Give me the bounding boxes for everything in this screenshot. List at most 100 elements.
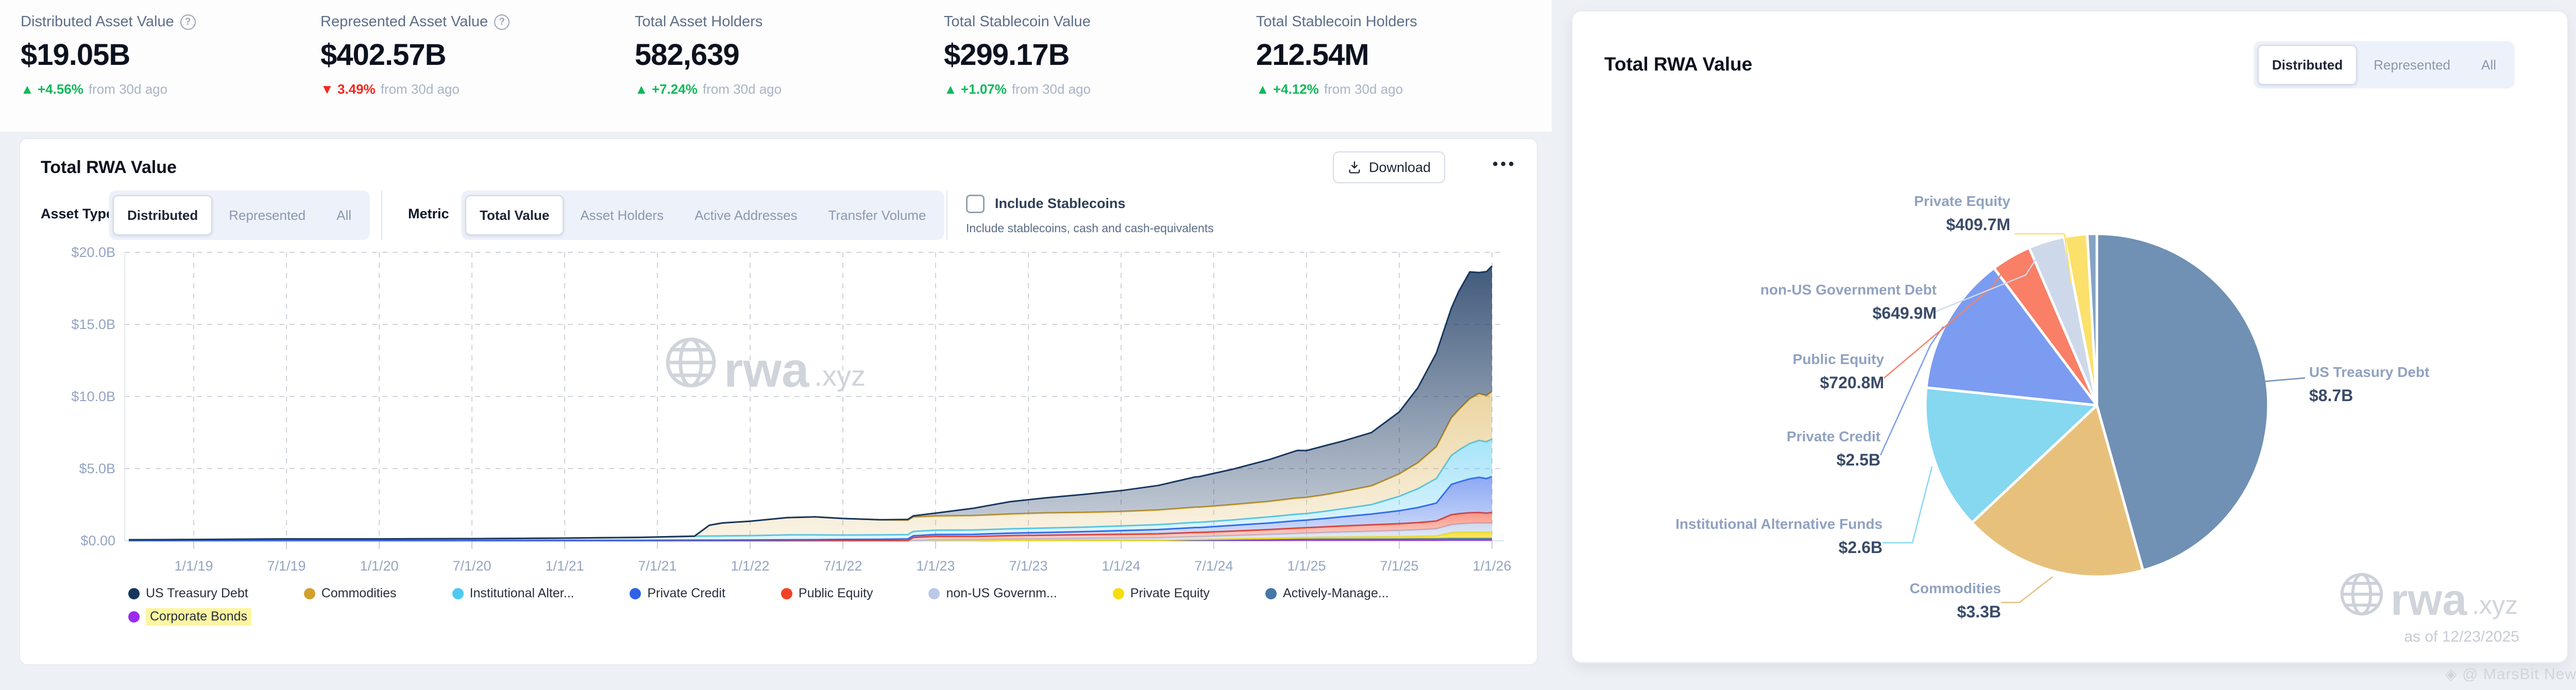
dashboard-page: Distributed Asset Value? $19.05B ▲ +4.56% f… <box>0 0 2576 690</box>
legend-item-non_us_govt[interactable]: non-US Governm... <box>928 586 1057 601</box>
stat-label: Distributed Asset Value? <box>21 13 196 30</box>
legend-item-us_treasury[interactable]: US Treasury Debt <box>128 586 248 601</box>
stat-value: $19.05B <box>21 38 196 72</box>
pie-label-value: $2.5B <box>1643 447 1880 472</box>
stat-delta: ▼ 3.49%from 30d ago <box>320 81 510 97</box>
delta-suffix: from 30d ago <box>1012 81 1091 97</box>
legend-dot <box>304 588 315 599</box>
pie-label-private_credit: Private Credit$2.5B <box>1643 426 1880 472</box>
legend-dot <box>1113 588 1124 599</box>
pie-label-name: Institutional Alternative Funds <box>1620 513 1883 535</box>
rwa-value-chart-card: Total RWA Value Download ••• Asset Type … <box>19 138 1538 665</box>
svg-text:7/1/23: 7/1/23 <box>1009 558 1047 574</box>
pie-label-name: Private Credit <box>1643 426 1880 447</box>
legend-dot <box>128 588 140 599</box>
legend-label: Private Equity <box>1130 586 1210 601</box>
legend-label: Commodities <box>321 586 397 601</box>
leader-institutional <box>1883 467 1932 543</box>
legend-dot <box>128 611 140 623</box>
svg-text:1/1/25: 1/1/25 <box>1287 558 1326 574</box>
as-of-date: as of 12/23/2025 <box>2309 628 2519 646</box>
pie-label-name: Public Equity <box>1647 349 1884 370</box>
legend-dot <box>452 588 464 599</box>
pie-label-value: $409.7M <box>1773 212 2010 237</box>
pie-label-value: $720.8M <box>1647 370 1884 395</box>
stat-card: Total Asset Holders582,639▲ +7.24%from 3… <box>635 13 782 97</box>
delta-up: ▲ +4.12% <box>1256 81 1319 97</box>
info-icon[interactable]: ? <box>180 14 196 30</box>
stat-value: 582,639 <box>635 38 782 72</box>
legend-item-institutional[interactable]: Institutional Alter... <box>452 586 574 601</box>
stat-card: Distributed Asset Value? $19.05B ▲ +4.56% f… <box>21 13 196 97</box>
watermark-brand: rwa <box>2391 582 2467 618</box>
svg-text:7/1/21: 7/1/21 <box>638 558 676 574</box>
legend-item-private_credit[interactable]: Private Credit <box>630 586 725 601</box>
delta-suffix: from 30d ago <box>1324 81 1403 97</box>
legend-label: Private Credit <box>647 586 725 601</box>
pie-label-private_equity: Private Equity$409.7M <box>1773 191 2010 237</box>
stat-delta: ▲ +4.56% from 30d ago <box>21 81 196 97</box>
delta-suffix: from 30d ago <box>381 81 460 97</box>
svg-text:$0.00: $0.00 <box>80 533 115 548</box>
stat-delta: ▲ +1.07% from 30d ago <box>944 81 1091 97</box>
area-us_treasury <box>129 266 1492 540</box>
marsbit-watermark: ◈ @ MarsBit News <box>2445 665 2576 683</box>
pie-label-name: Commodities <box>1764 578 2001 599</box>
svg-text:7/1/22: 7/1/22 <box>823 558 862 574</box>
stat-card: Total Stablecoin Value $299.17B ▲ +1.07% fr… <box>944 13 1091 97</box>
pie-label-us_treasury: US Treasury Debt$8.7B <box>2309 361 2546 408</box>
rwa-watermark-pie: rwa .xyz <box>2338 571 2518 618</box>
svg-text:1/1/26: 1/1/26 <box>1472 558 1511 574</box>
pie-label-value: $8.7B <box>2309 383 2546 408</box>
legend-item-public_equity[interactable]: Public Equity <box>781 586 873 601</box>
pie-label-name: Private Equity <box>1773 191 2010 212</box>
stat-delta: ▲ +4.12% from 30d ago <box>1256 81 1417 97</box>
delta-suffix: from 30d ago <box>703 81 782 97</box>
legend-label: Actively-Manage... <box>1283 586 1389 601</box>
legend-item-commodities[interactable]: Commodities <box>304 586 397 601</box>
delta-suffix: from 30d ago <box>89 81 167 97</box>
legend-dot <box>630 588 641 599</box>
svg-text:1/1/21: 1/1/21 <box>545 558 584 574</box>
stat-label: Total Stablecoin Value <box>944 13 1091 30</box>
pie-label-value: $2.6B <box>1620 535 1883 560</box>
stacked-areas <box>129 266 1492 541</box>
legend-item-private_equity[interactable]: Private Equity <box>1113 586 1210 601</box>
chart-legend: US Treasury Debt Commodities Institutional… <box>128 586 1499 626</box>
pie-label-value: $3.3B <box>1764 599 2001 624</box>
pie-label-commodities: Commodities$3.3B <box>1764 578 2001 624</box>
stats-strip: Distributed Asset Value? $19.05B ▲ +4.56% f… <box>0 0 1552 132</box>
pie-chart[interactable] <box>1572 11 2569 664</box>
svg-text:7/1/24: 7/1/24 <box>1194 558 1233 574</box>
globe-icon <box>2338 571 2385 618</box>
svg-text:1/1/24: 1/1/24 <box>1101 558 1140 574</box>
pie-label-public_equity: Public Equity$720.8M <box>1647 349 1884 395</box>
stat-delta: ▲ +7.24%from 30d ago <box>635 81 782 97</box>
stat-value: $299.17B <box>944 38 1091 72</box>
svg-text:7/1/25: 7/1/25 <box>1380 558 1418 574</box>
legend-dot <box>928 588 940 599</box>
svg-text:$15.0B: $15.0B <box>71 317 115 332</box>
svg-text:7/1/19: 7/1/19 <box>267 558 306 574</box>
legend-label: Institutional Alter... <box>470 586 574 601</box>
svg-text:1/1/23: 1/1/23 <box>916 558 955 574</box>
delta-up: ▲ +4.56% <box>21 81 83 97</box>
legend-item-corporate_bonds[interactable]: Corporate Bonds <box>128 608 251 626</box>
legend-label: Public Equity <box>799 586 873 601</box>
rwa-value-pie-card: Total RWA Value DistributedRepresentedAl… <box>1571 10 2568 663</box>
stat-label: Represented Asset Value? <box>320 13 510 30</box>
info-icon[interactable]: ? <box>494 14 510 30</box>
delta-up: ▲ +1.07% <box>944 81 1007 97</box>
legend-item-actively_managed[interactable]: Actively-Manage... <box>1265 586 1389 601</box>
legend-label: non-US Governm... <box>946 586 1057 601</box>
stat-label: Total Stablecoin Holders <box>1256 13 1417 30</box>
stat-card: Represented Asset Value?$402.57B▼ 3.49%f… <box>320 13 510 97</box>
legend-dot <box>1265 588 1277 599</box>
stat-card: Total Stablecoin Holders212.54M▲ +4.12%f… <box>1256 13 1417 97</box>
svg-text:$5.0B: $5.0B <box>79 461 115 476</box>
svg-text:1/1/22: 1/1/22 <box>731 558 769 574</box>
leader-commodities <box>2001 577 2053 602</box>
svg-text:7/1/20: 7/1/20 <box>452 558 491 574</box>
svg-text:$10.0B: $10.0B <box>71 389 115 404</box>
pie-label-institutional: Institutional Alternative Funds$2.6B <box>1620 513 1883 560</box>
